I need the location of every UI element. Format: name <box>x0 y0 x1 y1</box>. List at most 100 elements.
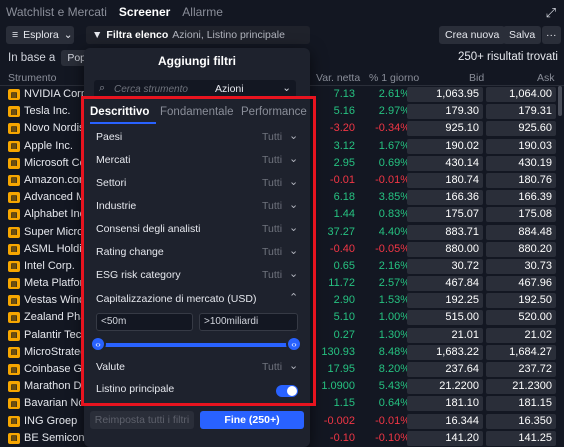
ask-price[interactable]: 884.48 <box>486 224 556 240</box>
expand-icon[interactable]: ⤢ <box>546 5 556 21</box>
col-net-change[interactable]: Var. netta <box>316 72 360 84</box>
instrument-name[interactable]: Super Micro <box>24 226 83 238</box>
save-button[interactable]: Salva <box>503 26 542 44</box>
bid-price[interactable]: 192.25 <box>407 293 483 309</box>
slider-max-handle[interactable]: ‹› <box>286 336 302 352</box>
bid-price[interactable]: 190.02 <box>407 138 483 154</box>
tab-watchlist[interactable]: Watchlist e Mercati <box>6 5 107 19</box>
bid-price[interactable]: 1,683.22 <box>407 344 483 360</box>
tab-fundamental[interactable]: Fondamentale <box>160 106 234 118</box>
primary-listing-toggle[interactable] <box>276 385 298 397</box>
ask-price[interactable]: 1,064.00 <box>486 87 556 102</box>
ask-price[interactable]: 192.50 <box>486 293 556 309</box>
instrument-name[interactable]: Novo Nordis <box>24 122 85 134</box>
col-instrument[interactable]: Strumento <box>8 72 56 84</box>
bid-price[interactable]: 880.00 <box>407 241 483 257</box>
market-cap-min-input[interactable]: <50m <box>96 313 193 331</box>
filter-row[interactable]: Consensi degli analisti Tutti ⌄ <box>84 220 310 240</box>
instrument-name[interactable]: Amazon.con <box>24 174 85 186</box>
search-input[interactable] <box>114 82 218 96</box>
filter-row[interactable]: ESG risk category Tutti ⌄ <box>84 266 310 286</box>
ask-price[interactable]: 1,684.27 <box>486 344 556 360</box>
bid-price[interactable]: 180.74 <box>407 172 483 188</box>
ask-price[interactable]: 880.20 <box>486 241 556 257</box>
filter-currency[interactable]: Valute Tutti ⌄ <box>84 358 310 378</box>
instrument-name[interactable]: ING Groep <box>24 415 77 427</box>
filter-row[interactable]: Mercati Tutti ⌄ <box>84 151 310 171</box>
col-pct-change[interactable]: % 1 giorno <box>369 72 419 84</box>
instrument-name[interactable]: Coinbase Gl <box>24 363 85 375</box>
ask-price[interactable]: 430.19 <box>486 155 556 171</box>
instrument-name[interactable]: Palantir Tec <box>24 329 81 341</box>
ask-price[interactable]: 166.39 <box>486 190 556 206</box>
explore-button[interactable]: ≡ Esplora ⌄ <box>6 26 74 44</box>
filter-row[interactable]: Settori Tutti ⌄ <box>84 174 310 194</box>
done-button[interactable]: Fine (250+) <box>200 411 304 429</box>
ask-price[interactable]: 30.73 <box>486 258 556 274</box>
ask-price[interactable]: 237.72 <box>486 362 556 377</box>
ask-price[interactable]: 467.96 <box>486 276 556 292</box>
bid-price[interactable]: 181.10 <box>407 396 483 412</box>
tab-descriptive[interactable]: Descrittivo <box>90 106 149 118</box>
ask-price[interactable]: 141.25 <box>486 430 556 446</box>
bid-price[interactable]: 430.14 <box>407 155 483 171</box>
instrument-name[interactable]: Bavarian No <box>24 397 85 409</box>
filter-row[interactable]: Industrie Tutti ⌄ <box>84 197 310 217</box>
filter-market-cap[interactable]: Capitalizzazione di mercato (USD) ⌃ <box>84 290 310 310</box>
instrument-name[interactable]: Meta Platfor <box>24 277 83 289</box>
market-cap-max-input[interactable]: >100miliardi <box>199 313 298 331</box>
market-cap-slider[interactable]: ‹› ‹› <box>90 336 302 352</box>
instrument-name[interactable]: Vestas Wind <box>24 294 85 306</box>
slider-min-handle[interactable]: ‹› <box>90 336 106 352</box>
ask-price[interactable]: 520.00 <box>486 310 556 326</box>
col-ask[interactable]: Ask <box>537 72 555 84</box>
ask-price[interactable]: 179.31 <box>486 104 556 120</box>
ask-price[interactable]: 21.02 <box>486 327 556 343</box>
tab-performance[interactable]: Performance <box>241 106 307 118</box>
bid-price[interactable]: 175.07 <box>407 207 483 223</box>
bid-price[interactable]: 166.36 <box>407 190 483 206</box>
bid-price[interactable]: 30.72 <box>407 258 483 274</box>
instrument-name[interactable]: Microsoft Co <box>24 157 86 169</box>
ask-price[interactable]: 175.08 <box>486 207 556 223</box>
instrument-name[interactable]: Zealand Pha <box>24 311 86 323</box>
ask-price[interactable]: 181.15 <box>486 396 556 412</box>
instrument-name[interactable]: MicroStrateg <box>24 346 86 358</box>
more-button[interactable]: ··· <box>542 26 561 44</box>
bid-price[interactable]: 883.71 <box>407 224 483 240</box>
instrument-name[interactable]: Advanced M <box>24 191 85 203</box>
instrument-name[interactable]: Tesla Inc. <box>24 105 70 117</box>
col-bid[interactable]: Bid <box>469 72 484 84</box>
instrument-name[interactable]: ASML Holdi <box>24 243 82 255</box>
instrument-name[interactable]: BE Semicon <box>24 432 85 444</box>
tab-screener[interactable]: Screener <box>119 5 170 19</box>
tab-alerts[interactable]: Allarme <box>182 5 223 19</box>
ask-price[interactable]: 21.2300 <box>486 379 556 395</box>
bid-price[interactable]: 21.01 <box>407 327 483 343</box>
bid-price[interactable]: 141.20 <box>407 430 483 446</box>
bid-price[interactable]: 515.00 <box>407 310 483 326</box>
bid-price[interactable]: 467.84 <box>407 276 483 292</box>
bid-price[interactable]: 179.30 <box>407 104 483 120</box>
bid-price[interactable]: 1,063.95 <box>407 87 483 102</box>
ask-price[interactable]: 925.60 <box>486 121 556 137</box>
asset-type-select[interactable]: Azioni ⌄ <box>211 80 296 98</box>
filter-list-button[interactable]: ▼ Filtra elenco Azioni, Listino principa… <box>86 26 310 44</box>
reset-filters-button[interactable]: Reimposta tutti i filtri <box>90 411 194 429</box>
instrument-name[interactable]: Marathon Di <box>24 380 84 392</box>
instrument-name[interactable]: Apple Inc. <box>24 140 73 152</box>
instrument-name[interactable]: NVIDIA Corp <box>24 88 87 100</box>
filter-row[interactable]: Rating change Tutti ⌄ <box>84 243 310 263</box>
bid-price[interactable]: 21.2200 <box>407 379 483 395</box>
bid-price[interactable]: 237.64 <box>407 362 483 377</box>
bid-price[interactable]: 16.344 <box>407 413 483 429</box>
ask-price[interactable]: 190.03 <box>486 138 556 154</box>
create-new-button[interactable]: Crea nuova <box>439 26 506 44</box>
filter-row[interactable]: Paesi Tutti ⌄ <box>84 128 310 148</box>
ask-price[interactable]: 16.350 <box>486 413 556 429</box>
instrument-name[interactable]: Intel Corp. <box>24 260 75 272</box>
instrument-name[interactable]: Alphabet Inc <box>24 208 85 220</box>
ask-price[interactable]: 180.76 <box>486 172 556 188</box>
bid-price[interactable]: 925.10 <box>407 121 483 137</box>
scrollbar[interactable] <box>558 86 562 116</box>
